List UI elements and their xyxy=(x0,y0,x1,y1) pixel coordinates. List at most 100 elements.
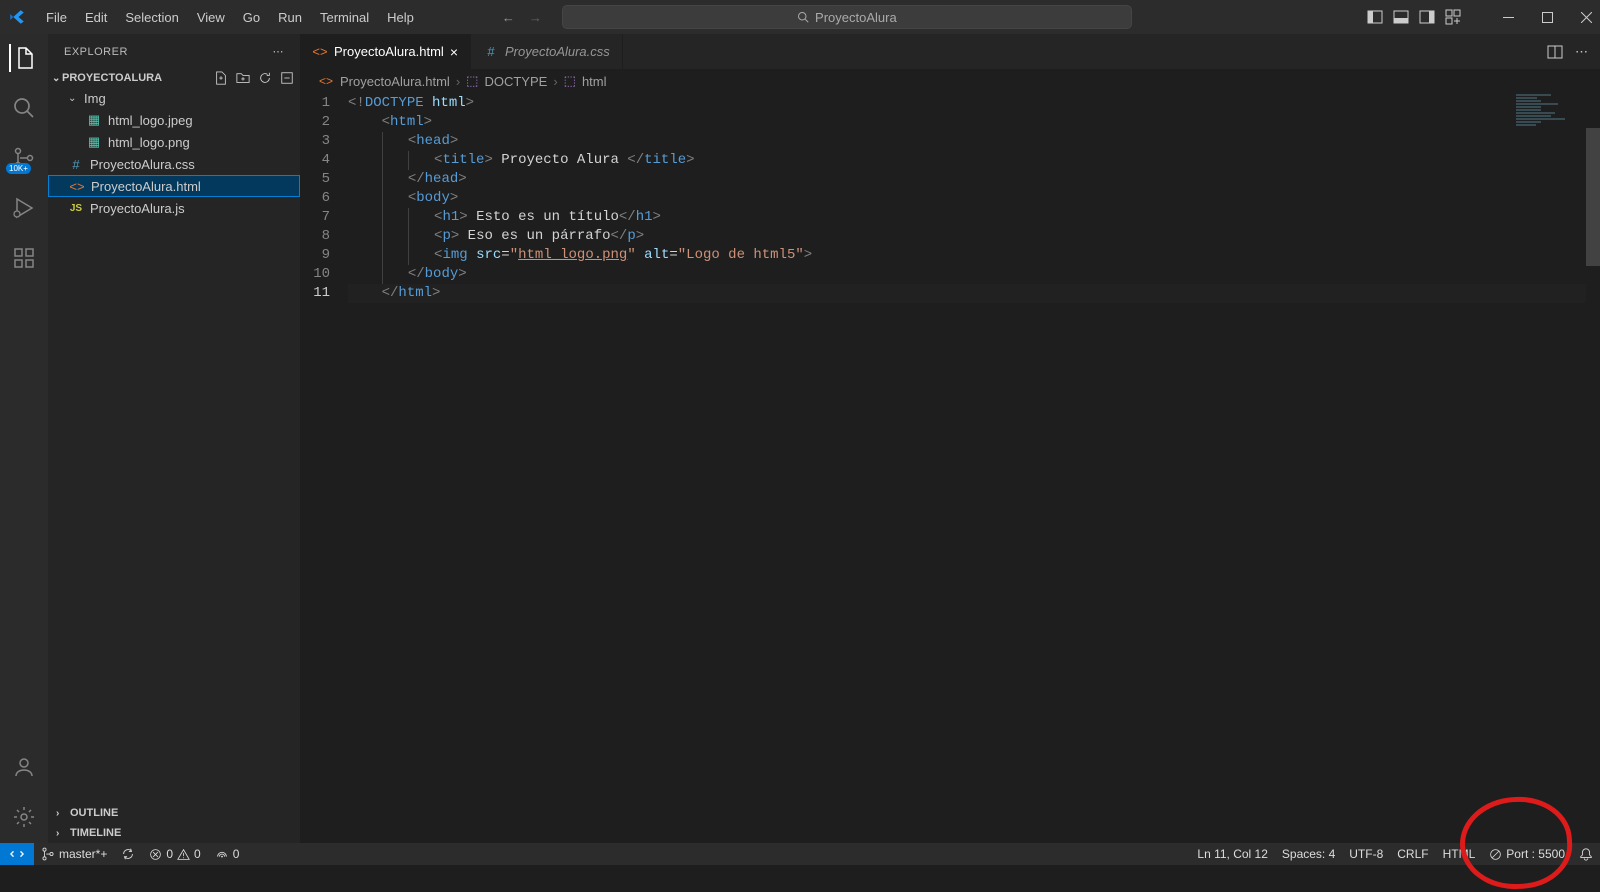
file-proyectoalura-css[interactable]: # ProyectoAlura.css xyxy=(48,153,300,175)
breadcrumb-item[interactable]: ProyectoAlura.html xyxy=(340,74,450,89)
tab-label: ProyectoAlura.html xyxy=(334,44,444,59)
app-logo xyxy=(8,8,26,26)
tab-proyectoalura-css[interactable]: # ProyectoAlura.css xyxy=(471,34,623,69)
file-html-logo-jpeg[interactable]: ▦ html_logo.jpeg xyxy=(48,109,300,131)
activity-search-icon[interactable] xyxy=(10,94,38,122)
menu-terminal[interactable]: Terminal xyxy=(312,6,377,29)
language-status[interactable]: HTML xyxy=(1436,843,1483,865)
js-file-icon: JS xyxy=(68,203,84,214)
line-number-gutter: 1234567891011 xyxy=(300,93,348,843)
branch-name: master*+ xyxy=(59,847,107,861)
sync-indicator[interactable] xyxy=(114,843,142,865)
notifications-icon[interactable] xyxy=(1572,843,1600,865)
css-file-icon: # xyxy=(68,157,84,172)
title-bar: File Edit Selection View Go Run Terminal… xyxy=(0,0,1600,34)
menu-selection[interactable]: Selection xyxy=(117,6,186,29)
breadcrumb-item[interactable]: DOCTYPE xyxy=(484,74,547,89)
editor-scrollbar[interactable] xyxy=(1586,93,1600,843)
image-file-icon: ▦ xyxy=(86,112,102,128)
maximize-icon[interactable] xyxy=(1542,12,1553,23)
code-editor[interactable]: 1234567891011 <!DOCTYPE html> <html> <he… xyxy=(300,93,1600,843)
outline-section[interactable]: › OUTLINE xyxy=(48,803,300,823)
collapse-icon[interactable] xyxy=(280,71,294,85)
nav-forward-icon[interactable]: → xyxy=(529,10,542,25)
cursor-position[interactable]: Ln 11, Col 12 xyxy=(1190,843,1275,865)
layout-sidebar-left-icon[interactable] xyxy=(1367,9,1383,25)
file-tree: ⌄ Img ▦ html_logo.jpeg ▦ html_logo.png #… xyxy=(48,87,300,803)
tab-label: ProyectoAlura.css xyxy=(505,44,610,59)
outline-label: OUTLINE xyxy=(70,807,118,819)
menu-go[interactable]: Go xyxy=(235,6,268,29)
editor-tabs: <> ProyectoAlura.html × # ProyectoAlura.… xyxy=(300,34,1600,69)
activity-bar: 10K+ xyxy=(0,34,48,843)
menu-bar: File Edit Selection View Go Run Terminal… xyxy=(38,6,422,29)
file-label: html_logo.jpeg xyxy=(108,113,193,128)
live-server-status[interactable]: Port : 5500 xyxy=(1482,843,1572,865)
new-folder-icon[interactable] xyxy=(236,71,250,85)
menu-view[interactable]: View xyxy=(189,6,233,29)
indentation-status[interactable]: Spaces: 4 xyxy=(1275,843,1342,865)
editor-group: <> ProyectoAlura.html × # ProyectoAlura.… xyxy=(300,34,1600,843)
menu-run[interactable]: Run xyxy=(270,6,310,29)
ports-indicator[interactable]: 0 xyxy=(208,843,247,865)
layout-customize-icon[interactable] xyxy=(1445,9,1461,25)
encoding-status[interactable]: UTF-8 xyxy=(1342,843,1390,865)
eol-status[interactable]: CRLF xyxy=(1390,843,1435,865)
split-editor-icon[interactable] xyxy=(1547,44,1563,60)
minimize-icon[interactable] xyxy=(1503,12,1514,23)
problems-indicator[interactable]: 0 0 xyxy=(142,843,207,865)
file-label: html_logo.png xyxy=(108,135,190,150)
folder-label: Img xyxy=(84,91,106,106)
close-icon[interactable] xyxy=(1581,12,1592,23)
remote-indicator[interactable] xyxy=(0,843,34,865)
symbol-icon: ⬚ xyxy=(466,73,478,89)
code-content[interactable]: <!DOCTYPE html> <html> <head> <title> Pr… xyxy=(348,93,1600,843)
command-center[interactable]: ProyectoAlura xyxy=(562,5,1132,29)
disable-icon xyxy=(1489,848,1502,861)
main-area: 10K+ EXPLORER ⋯ ⌄ PROYECTOALURA xyxy=(0,34,1600,843)
warnings-count: 0 xyxy=(194,847,201,861)
explorer-more-icon[interactable]: ⋯ xyxy=(273,45,285,58)
activity-source-control-icon[interactable]: 10K+ xyxy=(10,144,38,172)
file-label: ProyectoAlura.js xyxy=(90,201,185,216)
file-label: ProyectoAlura.html xyxy=(91,179,201,194)
layout-sidebar-right-icon[interactable] xyxy=(1419,9,1435,25)
tab-close-icon[interactable]: × xyxy=(450,44,458,60)
nav-back-icon[interactable]: ← xyxy=(502,10,515,25)
activity-account-icon[interactable] xyxy=(10,753,38,781)
menu-help[interactable]: Help xyxy=(379,6,422,29)
layout-panel-icon[interactable] xyxy=(1393,9,1409,25)
breadcrumb-item[interactable]: html xyxy=(582,74,607,89)
file-proyectoalura-js[interactable]: JS ProyectoAlura.js xyxy=(48,197,300,219)
search-icon xyxy=(797,11,809,23)
chevron-down-icon: ⌄ xyxy=(52,73,62,84)
chevron-right-icon: › xyxy=(56,828,66,839)
more-actions-icon[interactable]: ⋯ xyxy=(1575,44,1588,60)
html-file-icon: <> xyxy=(312,44,328,59)
activity-run-icon[interactable] xyxy=(10,194,38,222)
menu-file[interactable]: File xyxy=(38,6,75,29)
tab-proyectoalura-html[interactable]: <> ProyectoAlura.html × xyxy=(300,34,471,69)
menu-edit[interactable]: Edit xyxy=(77,6,115,29)
port-label: Port : 5500 xyxy=(1506,847,1565,861)
breadcrumb[interactable]: <> ProyectoAlura.html › ⬚ DOCTYPE › ⬚ ht… xyxy=(300,69,1600,93)
search-text: ProyectoAlura xyxy=(815,10,897,25)
file-html-logo-png[interactable]: ▦ html_logo.png xyxy=(48,131,300,153)
new-file-icon[interactable] xyxy=(214,71,228,85)
activity-settings-icon[interactable] xyxy=(10,803,38,831)
scrollbar-thumb[interactable] xyxy=(1586,128,1600,266)
activity-extensions-icon[interactable] xyxy=(10,244,38,272)
refresh-icon[interactable] xyxy=(258,71,272,85)
activity-explorer-icon[interactable] xyxy=(9,44,37,72)
minimap[interactable] xyxy=(1516,93,1586,133)
chevron-right-icon: › xyxy=(456,74,460,89)
project-header[interactable]: ⌄ PROYECTOALURA xyxy=(48,69,300,87)
chevron-right-icon: › xyxy=(56,808,66,819)
folder-img[interactable]: ⌄ Img xyxy=(48,87,300,109)
status-bar: master*+ 0 0 0 Ln 11, Col 12 Spaces: 4 U… xyxy=(0,843,1600,865)
symbol-icon: ⬚ xyxy=(564,73,576,89)
branch-indicator[interactable]: master*+ xyxy=(34,843,114,865)
file-proyectoalura-html[interactable]: <> ProyectoAlura.html xyxy=(48,175,300,197)
timeline-section[interactable]: › TIMELINE xyxy=(48,823,300,843)
html-file-icon: <> xyxy=(69,179,85,194)
